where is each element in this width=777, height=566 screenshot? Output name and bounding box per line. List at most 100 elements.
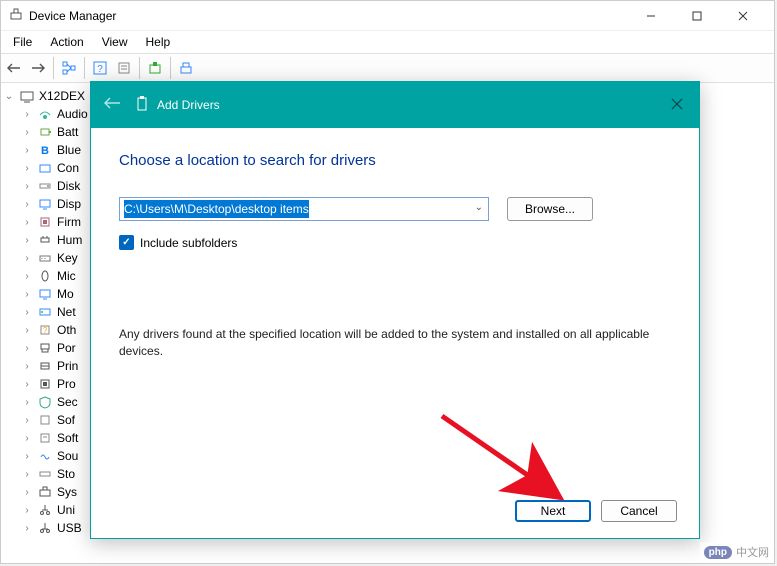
device-category-icon: B [37, 142, 53, 158]
tree-item-label: Por [57, 341, 76, 355]
tree-item-label: Audio [57, 107, 88, 121]
chevron-right-icon: › [21, 109, 33, 120]
driver-icon [135, 96, 149, 115]
device-category-icon [37, 250, 53, 266]
device-category-icon [37, 376, 53, 392]
menu-view[interactable]: View [94, 33, 136, 51]
chevron-right-icon: › [21, 253, 33, 264]
chevron-right-icon: › [21, 163, 33, 174]
watermark-text: 中文网 [736, 544, 769, 560]
chevron-right-icon: › [21, 199, 33, 210]
close-button[interactable] [720, 1, 766, 31]
tree-item-label: Con [57, 161, 79, 175]
tree-root-label: X12DEX [39, 89, 85, 103]
device-category-icon [37, 430, 53, 446]
tree-item-label: USB [57, 521, 82, 535]
menu-help[interactable]: Help [138, 33, 179, 51]
menubar: File Action View Help [1, 31, 774, 53]
tree-item-label: Hum [57, 233, 82, 247]
forward-button[interactable] [27, 57, 49, 79]
device-category-icon [37, 394, 53, 410]
help-button[interactable]: ? [89, 57, 111, 79]
tree-view-button[interactable] [58, 57, 80, 79]
tree-item-label: Batt [57, 125, 78, 139]
computer-icon [19, 88, 35, 104]
svg-text:B: B [41, 145, 49, 157]
tree-item-label: Uni [57, 503, 75, 517]
dialog-title: Add Drivers [157, 98, 220, 112]
device-category-icon [37, 214, 53, 230]
tree-item-label: Net [57, 305, 76, 319]
tree-item-label: Disk [57, 179, 80, 193]
chevron-right-icon: › [21, 523, 33, 534]
chevron-right-icon: › [21, 379, 33, 390]
tree-item-label: Soft [57, 431, 78, 445]
include-subfolders-checkbox[interactable]: ✓ [119, 235, 134, 250]
device-category-icon: ? [37, 322, 53, 338]
device-category-icon [37, 358, 53, 374]
chevron-right-icon: › [21, 415, 33, 426]
dialog-close-button[interactable] [665, 92, 689, 116]
cancel-button[interactable]: Cancel [601, 500, 677, 522]
device-category-icon [37, 484, 53, 500]
tree-item-label: Sto [57, 467, 75, 481]
dialog-back-button[interactable] [103, 96, 121, 115]
maximize-button[interactable] [674, 1, 720, 31]
chevron-right-icon: › [21, 397, 33, 408]
tree-item-label: Sou [57, 449, 78, 463]
device-category-icon [37, 268, 53, 284]
device-category-icon [37, 178, 53, 194]
scan-hardware-button[interactable] [175, 57, 197, 79]
dialog-heading: Choose a location to search for drivers [119, 152, 671, 169]
chevron-right-icon: › [21, 271, 33, 282]
device-category-icon [37, 340, 53, 356]
tree-item-label: Sof [57, 413, 75, 427]
tree-item-label: Prin [57, 359, 78, 373]
menu-action[interactable]: Action [42, 33, 91, 51]
update-driver-button[interactable] [144, 57, 166, 79]
tree-item-label: Oth [57, 323, 76, 337]
chevron-right-icon: › [21, 181, 33, 192]
php-logo-icon: php [704, 546, 732, 559]
device-category-icon [37, 196, 53, 212]
tree-item-label: Blue [57, 143, 81, 157]
chevron-right-icon: › [21, 487, 33, 498]
chevron-right-icon: › [21, 307, 33, 318]
tree-item-label: Sec [57, 395, 78, 409]
chevron-right-icon: › [21, 433, 33, 444]
tree-item-label: Disp [57, 197, 81, 211]
help-text: Any drivers found at the specified locat… [119, 326, 671, 360]
path-input[interactable] [119, 197, 489, 221]
add-drivers-dialog: Add Drivers Choose a location to search … [90, 81, 700, 539]
device-category-icon [37, 520, 53, 536]
menu-file[interactable]: File [5, 33, 40, 51]
titlebar: Device Manager [1, 1, 774, 31]
tree-item-label: Mo [57, 287, 74, 301]
tree-item-label: Mic [57, 269, 76, 283]
back-button[interactable] [3, 57, 25, 79]
device-category-icon [37, 124, 53, 140]
chevron-right-icon: › [21, 505, 33, 516]
minimize-button[interactable] [628, 1, 674, 31]
chevron-right-icon: › [21, 217, 33, 228]
svg-text:?: ? [43, 326, 48, 335]
chevron-right-icon: › [21, 145, 33, 156]
path-combobox[interactable]: C:\Users\M\Desktop\desktop items ⌄ [119, 197, 489, 221]
chevron-right-icon: › [21, 469, 33, 480]
device-category-icon [37, 412, 53, 428]
include-subfolders-label: Include subfolders [140, 236, 237, 250]
device-category-icon [37, 232, 53, 248]
next-button[interactable]: Next [515, 500, 591, 522]
device-category-icon [37, 304, 53, 320]
dialog-header: Add Drivers [91, 82, 699, 128]
device-category-icon [37, 160, 53, 176]
window-title: Device Manager [29, 9, 116, 23]
toolbar: ? [1, 53, 774, 83]
device-category-icon [37, 466, 53, 482]
tree-item-label: Key [57, 251, 78, 265]
chevron-right-icon: › [21, 235, 33, 246]
tree-item-label: Sys [57, 485, 77, 499]
properties-button[interactable] [113, 57, 135, 79]
device-category-icon [37, 448, 53, 464]
browse-button[interactable]: Browse... [507, 197, 593, 221]
